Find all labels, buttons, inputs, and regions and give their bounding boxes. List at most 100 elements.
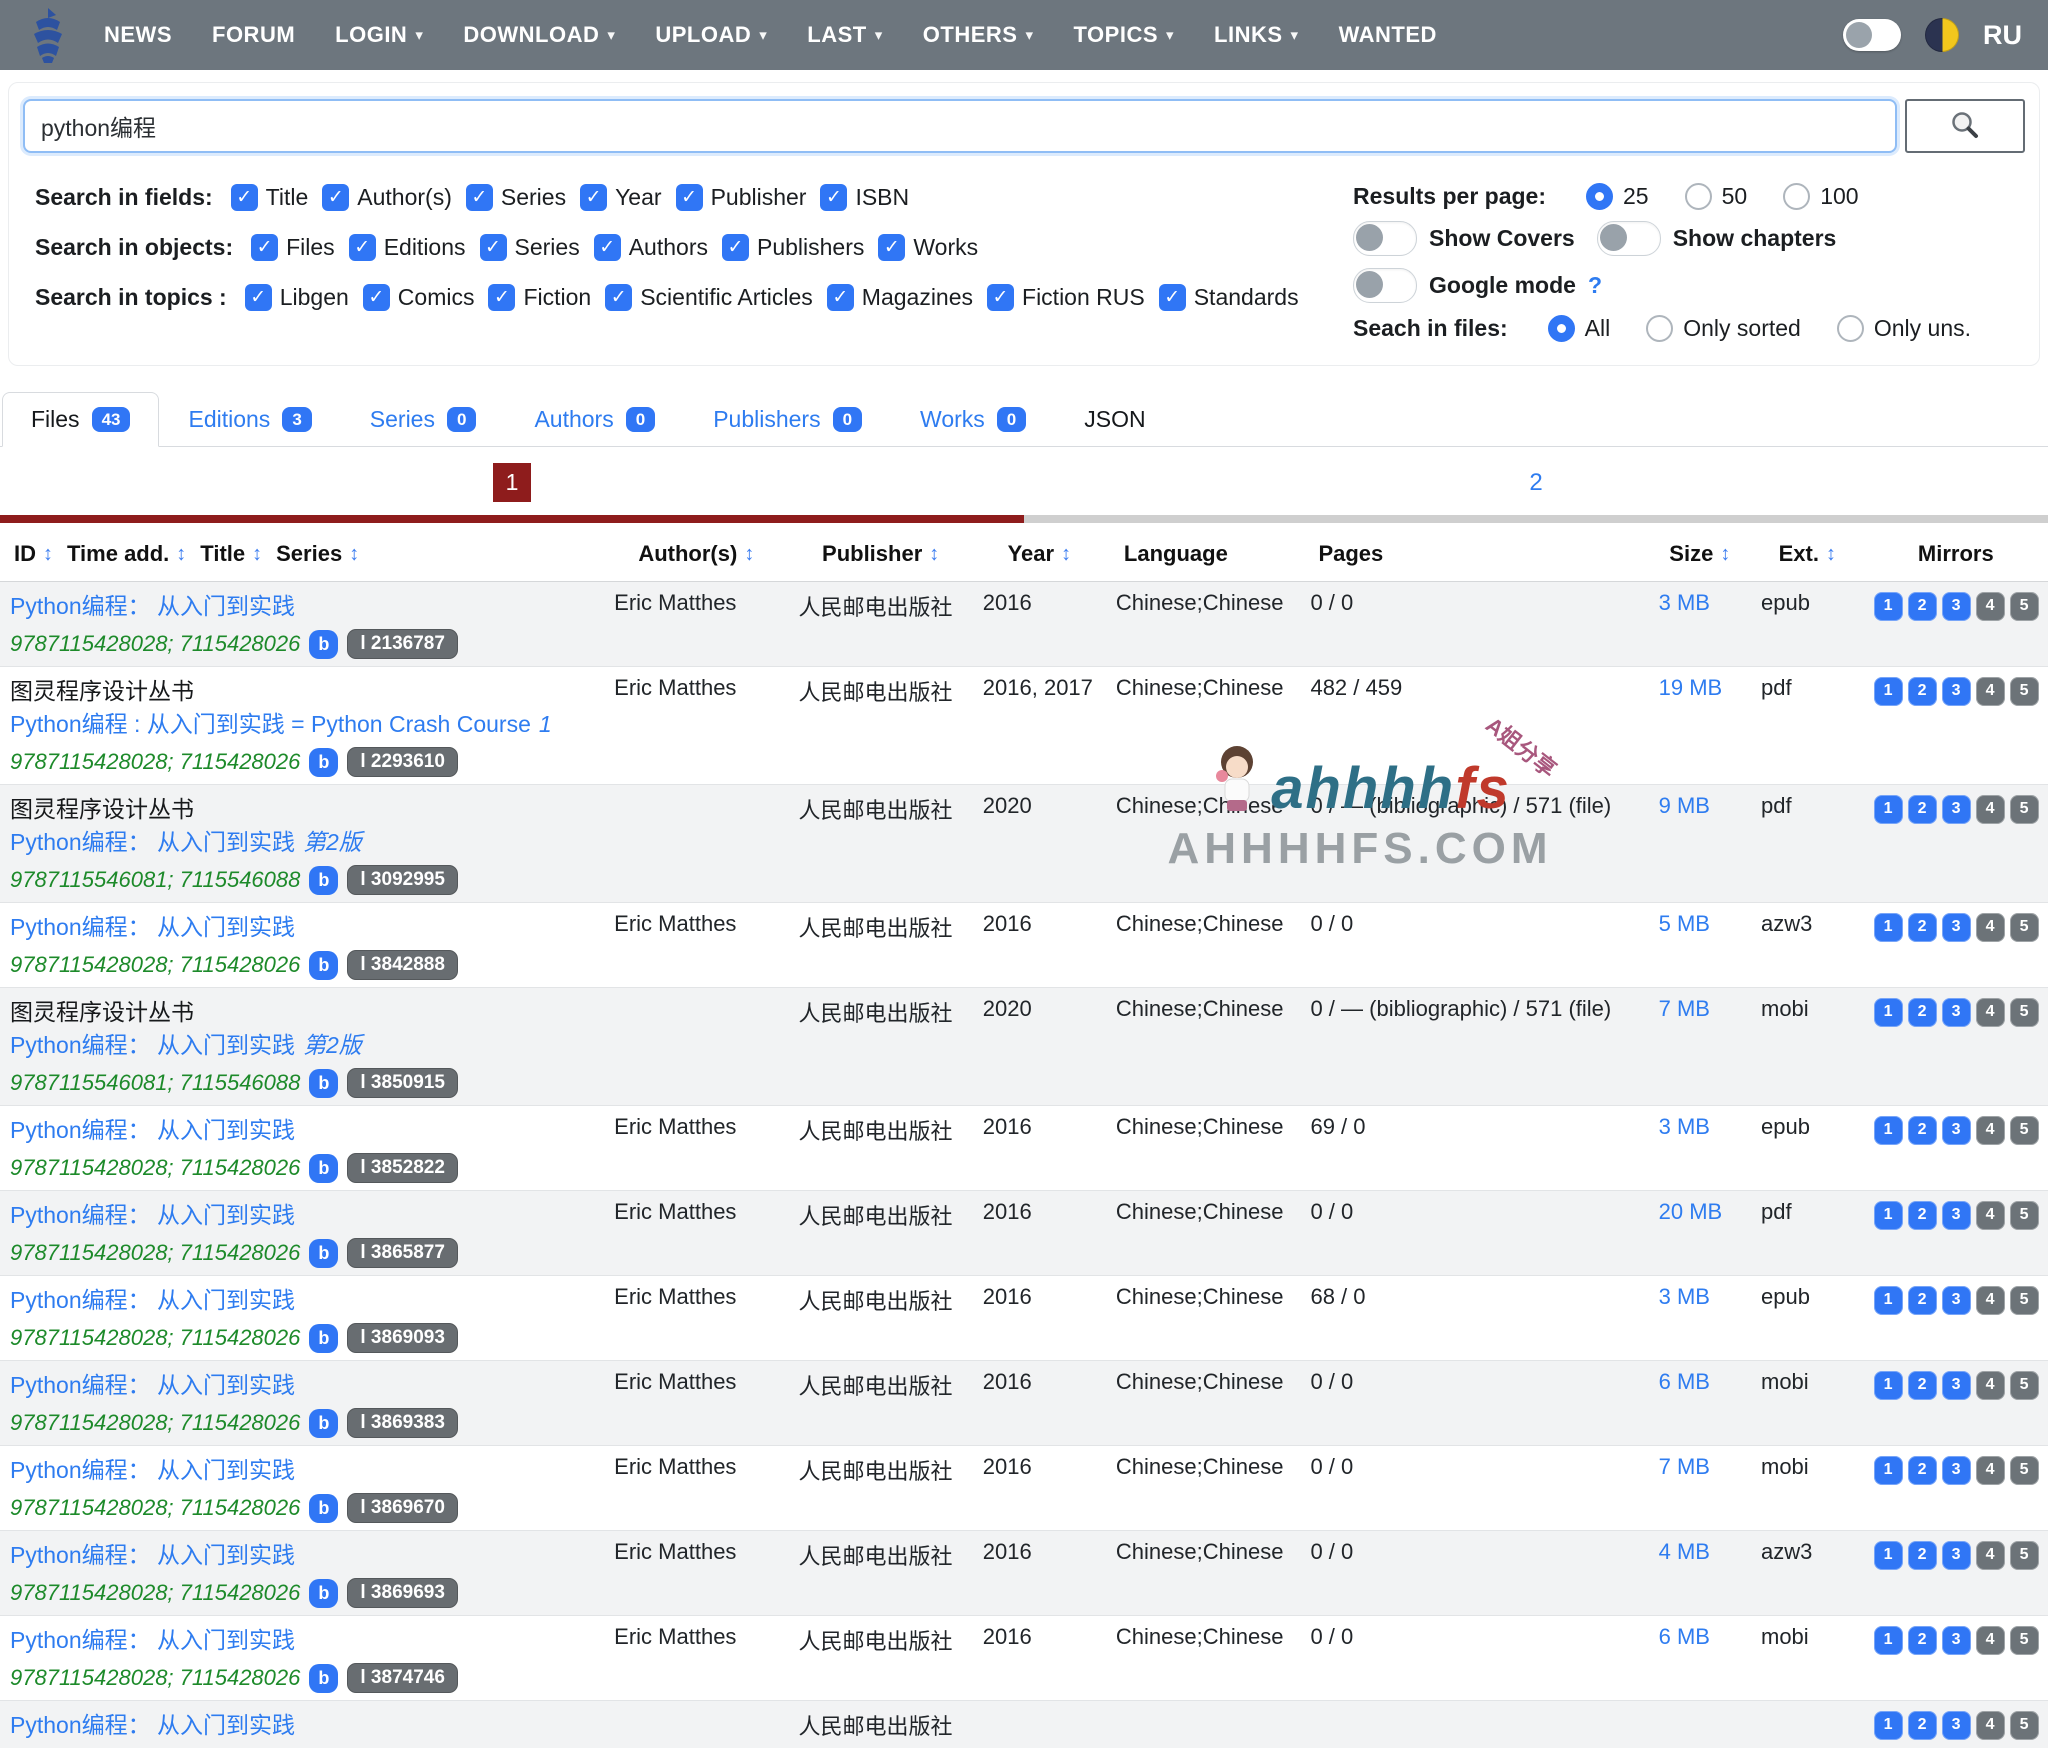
checkbox-box[interactable]: ✓ [987,283,1015,311]
checkbox-box[interactable]: ✓ [675,183,703,211]
file-id-badge[interactable]: l 3852822 [347,1153,458,1183]
b-badge[interactable]: b [309,1578,339,1608]
mirror-link-5[interactable]: 5 [2009,1370,2039,1400]
mirror-link-2[interactable]: 2 [1907,794,1937,824]
column-sort[interactable]: ID ↕ [14,541,53,567]
title-link[interactable]: Python编程： 从入门到实践 [10,1627,295,1653]
mirror-link-5[interactable]: 5 [2009,676,2039,706]
filter-checkbox[interactable]: ✓ Works [878,233,978,261]
checkbox-box[interactable]: ✓ [244,283,272,311]
size-link[interactable]: 6 MB [1659,1369,1710,1394]
site-logo-ship-icon[interactable] [26,6,70,64]
tab-json[interactable]: JSON [1055,392,1174,447]
column-sort[interactable]: Pages [1318,541,1383,567]
checkbox-box[interactable]: ✓ [479,233,507,261]
b-badge[interactable]: b [309,747,339,777]
nav-item-download[interactable]: DOWNLOAD ▾ [463,22,615,48]
mirror-link-5[interactable]: 5 [2009,997,2039,1027]
file-id-badge[interactable]: l 3869093 [347,1323,458,1353]
column-sort[interactable]: Mirrors [1918,541,1994,567]
mirror-link-5[interactable]: 5 [2009,1285,2039,1315]
mirror-link-3[interactable]: 3 [1941,794,1971,824]
mirror-link-2[interactable]: 2 [1907,1540,1937,1570]
mirror-link-1[interactable]: 1 [1873,1285,1903,1315]
b-badge[interactable]: b [309,1068,339,1098]
language-selector[interactable]: RU [1983,20,2022,51]
mirror-link-4[interactable]: 4 [1975,997,2005,1027]
mirror-link-1[interactable]: 1 [1873,794,1903,824]
mirror-link-3[interactable]: 3 [1941,1710,1971,1740]
nav-toggle-switch[interactable] [1843,19,1901,51]
file-id-badge[interactable]: l 3865877 [347,1238,458,1268]
search-input[interactable] [23,99,1897,153]
mirror-link-4[interactable]: 4 [1975,1200,2005,1230]
radio-button[interactable] [1783,182,1811,210]
column-sort[interactable]: Size ↕ [1669,541,1730,567]
mirror-link-4[interactable]: 4 [1975,1455,2005,1485]
filter-checkbox[interactable]: ✓ Series [479,233,580,261]
column-sort[interactable]: Series ↕ [276,541,359,567]
mirror-link-3[interactable]: 3 [1941,1115,1971,1145]
title-link[interactable]: Python编程： 从入门到实践 [10,1372,295,1398]
sort-icon[interactable]: ↕ [1826,543,1836,566]
mirror-link-3[interactable]: 3 [1941,1455,1971,1485]
b-badge[interactable]: b [309,1663,339,1693]
mirror-link-4[interactable]: 4 [1975,912,2005,942]
checkbox-box[interactable]: ✓ [362,283,390,311]
title-link[interactable]: Python编程： 从入门到实践 第2版 [10,829,362,855]
title-link[interactable]: Python编程： 从入门到实践 [10,1202,295,1228]
tab-editions[interactable]: Editions 3 [159,392,340,447]
column-sort[interactable]: Title ↕ [200,541,262,567]
filter-checkbox[interactable]: ✓ Author(s) [322,183,452,211]
filter-checkbox[interactable]: ✓ Editions [348,233,466,261]
toggle-switch[interactable] [1353,221,1417,256]
mirror-link-2[interactable]: 2 [1907,1455,1937,1485]
help-link[interactable]: ? [1588,272,1602,299]
mirror-link-3[interactable]: 3 [1941,997,1971,1027]
column-sort[interactable]: Year ↕ [1008,541,1072,567]
mirror-link-5[interactable]: 5 [2009,1540,2039,1570]
b-badge[interactable]: b [309,1153,339,1183]
sort-icon[interactable]: ↕ [1061,543,1071,566]
sort-icon[interactable]: ↕ [252,543,262,566]
nav-item-upload[interactable]: UPLOAD ▾ [655,22,767,48]
filter-checkbox[interactable]: ✓ Standards [1158,283,1299,311]
filter-checkbox[interactable]: ✓ Fiction RUS [987,283,1145,311]
title-link[interactable]: Python编程： 从入门到实践 [10,1542,295,1568]
title-link[interactable]: Python编程 : 从入门到实践 = Python Crash Course 1 [10,711,552,737]
sort-icon[interactable]: ↕ [744,543,754,566]
radio-button[interactable] [1836,314,1864,342]
nav-item-login[interactable]: LOGIN ▾ [335,22,423,48]
radio-option[interactable]: Only sorted [1646,314,1801,342]
mirror-link-5[interactable]: 5 [2009,1710,2039,1740]
checkbox-box[interactable]: ✓ [465,183,493,211]
title-link[interactable]: Python编程： 从入门到实践 [10,914,295,940]
file-id-badge[interactable]: l 2136787 [347,629,458,659]
sort-icon[interactable]: ↕ [349,543,359,566]
theme-moon-icon[interactable] [1925,18,1959,52]
nav-item-topics[interactable]: TOPICS ▾ [1074,22,1175,48]
nav-item-links[interactable]: LINKS ▾ [1214,22,1299,48]
radio-option[interactable]: Only uns. [1836,314,1971,342]
b-badge[interactable]: b [309,1493,339,1523]
file-id-badge[interactable]: l 3092995 [347,865,458,895]
size-link[interactable]: 3 MB [1659,1284,1710,1309]
column-sort[interactable]: Time add. ↕ [67,541,186,567]
mirror-link-5[interactable]: 5 [2009,591,2039,621]
title-link[interactable]: Python编程： 从入门到实践 [10,1457,295,1483]
size-link[interactable]: 9 MB [1659,793,1710,818]
radio-button[interactable] [1547,314,1575,342]
mirror-link-1[interactable]: 1 [1873,997,1903,1027]
nav-item-forum[interactable]: FORUM [212,22,295,48]
file-id-badge[interactable]: l 3869383 [347,1408,458,1438]
radio-button[interactable] [1646,314,1674,342]
size-link[interactable]: 6 MB [1659,1624,1710,1649]
filter-checkbox[interactable]: ✓ Magazines [826,283,973,311]
mirror-link-1[interactable]: 1 [1873,676,1903,706]
mirror-link-3[interactable]: 3 [1941,591,1971,621]
checkbox-box[interactable]: ✓ [348,233,376,261]
mirror-link-2[interactable]: 2 [1907,912,1937,942]
column-sort[interactable]: Ext. ↕ [1779,541,1836,567]
size-link[interactable]: 7 MB [1659,1454,1710,1479]
mirror-link-3[interactable]: 3 [1941,1625,1971,1655]
